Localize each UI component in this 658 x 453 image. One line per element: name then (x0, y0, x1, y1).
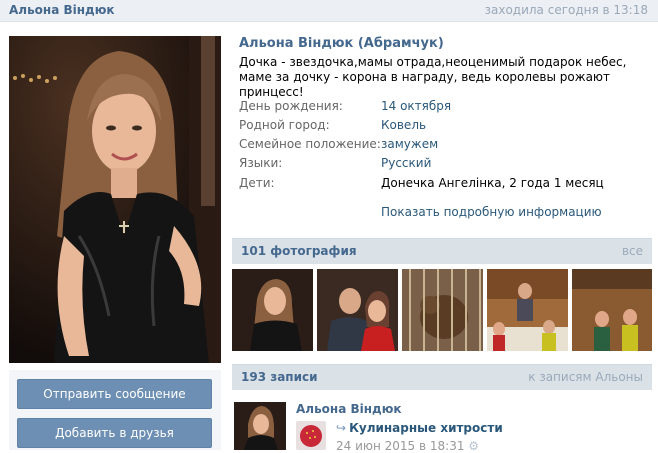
profile-full-name: Альона Віндюк (Абрамчук) (239, 36, 444, 51)
photos-all-link[interactable]: все (622, 244, 643, 258)
profile-photo[interactable] (9, 36, 221, 363)
info-value: Донечка Ангелінка, 2 года 1 месяц (381, 176, 604, 190)
post-date-text[interactable]: 24 июн 2015 в 18:31 (336, 439, 464, 453)
top-bar: Альона Віндюк заходила сегодня в 13:18 (0, 0, 658, 22)
post-author[interactable]: Альона Віндюк (296, 402, 402, 416)
info-label: Родной город: (239, 118, 330, 132)
info-value[interactable]: Русский (381, 156, 431, 170)
photo-thumb[interactable] (487, 269, 568, 351)
gear-icon: ⚙ (468, 439, 480, 453)
photo-thumb[interactable] (317, 269, 398, 351)
photo-thumb[interactable] (572, 269, 652, 351)
info-value[interactable]: Ковель (381, 118, 426, 132)
photos-header[interactable]: 101 фотография все (232, 238, 652, 264)
header-name[interactable]: Альона Віндюк (9, 3, 115, 17)
last-seen-text: заходила сегодня в 13:18 (484, 3, 648, 17)
info-value[interactable]: 14 октября (381, 99, 451, 113)
info-label: Языки: (239, 156, 283, 170)
profile-status: Дочка - звездочка,мамы отрада,неоценимый… (239, 55, 627, 99)
repost-title[interactable]: ↪ Кулинарные хитрости (336, 421, 503, 435)
photo-thumb[interactable] (232, 269, 313, 351)
post-date[interactable]: 24 июн 2015 в 18:31 ⚙ (336, 439, 479, 453)
wall-link[interactable]: к записям Альоны (528, 370, 643, 384)
avatar[interactable] (234, 402, 286, 450)
add-friend-button[interactable]: Добавить в друзья (17, 418, 212, 448)
repost-arrow-icon: ↪ (336, 421, 347, 435)
photos-title[interactable]: 101 фотография (241, 244, 357, 258)
wall-header[interactable]: 193 записи к записям Альоны (232, 364, 652, 390)
wall-title[interactable]: 193 записи (241, 370, 318, 384)
send-message-button[interactable]: Отправить сообщение (17, 379, 212, 409)
info-label: Семейное положение: (239, 137, 381, 151)
info-value[interactable]: замужем (381, 137, 438, 151)
info-label: Дети: (239, 176, 275, 190)
repost-title-text[interactable]: Кулинарные хитрости (349, 421, 503, 435)
show-more-info-link[interactable]: Показать подробную информацию (381, 205, 602, 219)
photo-thumb[interactable] (402, 269, 483, 351)
repost-image[interactable] (296, 421, 326, 450)
info-label: День рождения: (239, 99, 343, 113)
